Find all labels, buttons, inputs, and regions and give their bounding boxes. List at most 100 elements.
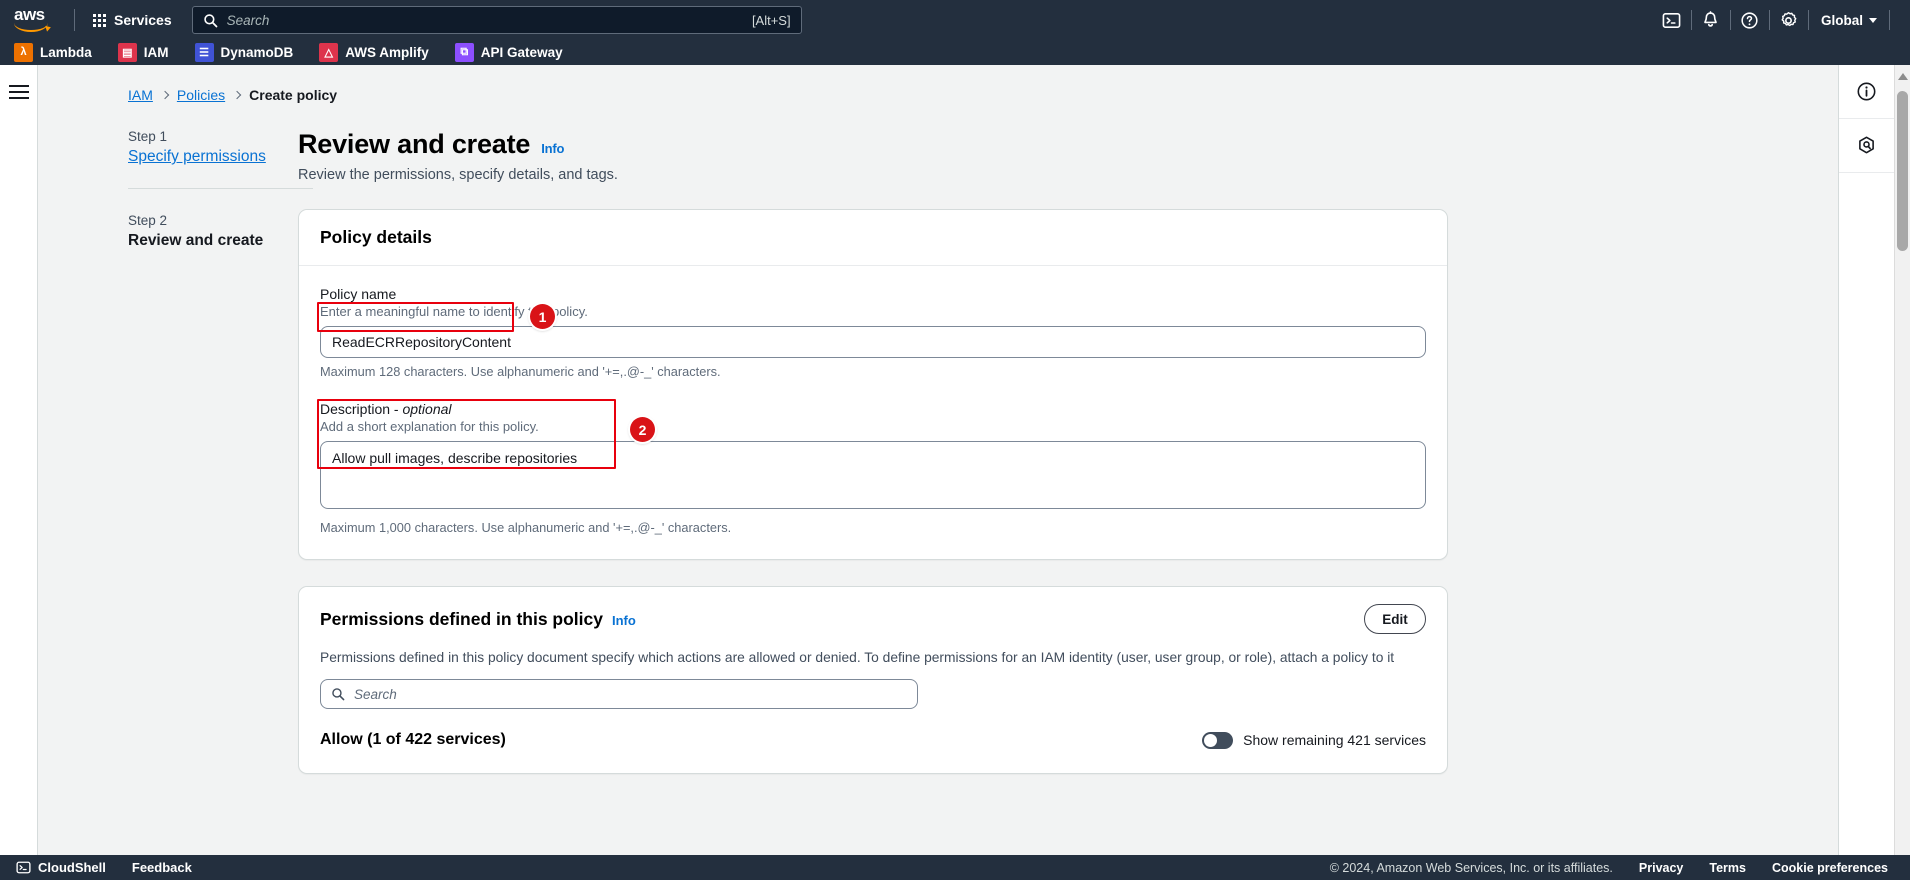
search-shortcut-hint: [Alt+S] [751,12,791,28]
feedback-footer-button[interactable]: Feedback [132,860,192,875]
aws-logo-text: aws [14,5,45,24]
policy-description-field-group: Description - optional Add a short expla… [320,401,1426,535]
iam-service-icon: ▤ [117,42,137,62]
content-columns: Step 1 Specify permissions Step 2 Review… [38,129,1838,774]
cloudshell-icon [16,861,31,874]
page-title-text: Review and create [298,129,531,159]
wizard-step-2: Step 2 Review and create [128,213,298,250]
grid-menu-icon [93,13,106,27]
footer-right-group: © 2024, Amazon Web Services, Inc. or its… [1330,861,1888,875]
policy-description-textarea[interactable] [320,441,1426,509]
permissions-title: Permissions defined in this policy [320,608,603,629]
info-panel-icon[interactable] [1839,65,1894,119]
scroll-up-arrow-icon[interactable] [1898,73,1908,80]
cloudshell-icon[interactable] [1653,0,1691,40]
policy-details-card-header: Policy details [299,210,1447,266]
permissions-description: Permissions defined in this policy docum… [320,650,1395,665]
policy-name-field-group: Policy name Enter a meaningful name to i… [320,286,1426,379]
show-remaining-services-label: Show remaining 421 services [1243,732,1426,748]
policy-name-hint: Maximum 128 characters. Use alphanumeric… [320,364,721,379]
shortcuts-hexagon-icon[interactable] [1839,119,1894,173]
top-nav-right-cluster: Global [1653,0,1890,40]
favorite-label: AWS Amplify [345,44,429,60]
notifications-bell-icon[interactable] [1692,0,1730,40]
left-navigation-rail [0,65,38,880]
footer-left-group: CloudShell Feedback [16,860,192,875]
permissions-info-link[interactable]: Info [612,613,636,628]
search-icon [203,13,217,27]
toggle-knob [1204,733,1218,747]
policy-description-optional-text: optional [402,401,452,417]
policy-description-label-text: Description - [320,401,403,417]
policy-details-card: Policy details Policy name Enter a meani… [298,209,1448,560]
policy-description-label: Description - optional [320,401,1426,417]
favorites-bar: λ Lambda ▤ IAM ☰ DynamoDB △ AWS Amplify … [0,40,1910,65]
step-1-number: Step 1 [128,129,168,144]
show-remaining-services-toggle[interactable]: Show remaining 421 services [1202,731,1426,749]
search-icon [332,688,345,701]
top-navigation-bar: aws Services [Alt+S] [0,0,1910,40]
step-2-label-review-and-create: Review and create [128,232,264,249]
cloudshell-footer-label: CloudShell [38,860,106,875]
footer-link-terms[interactable]: Terms [1709,861,1746,875]
step-1-link-specify-permissions[interactable]: Specify permissions [128,148,298,166]
chevron-down-icon [1869,17,1877,23]
lambda-service-icon: λ [14,42,33,62]
region-selector[interactable]: Global [1809,13,1889,28]
wizard-steps-sidebar: Step 1 Specify permissions Step 2 Review… [38,129,313,774]
footer-link-privacy[interactable]: Privacy [1639,861,1683,875]
global-search-box[interactable]: [Alt+S] [191,6,802,34]
allow-services-row: Allow (1 of 422 services) Show remaining… [320,731,1426,749]
chevron-right-icon [160,90,170,100]
chevron-right-icon [232,90,242,100]
page-scrollbar[interactable] [1894,65,1910,880]
favorite-dynamodb[interactable]: ☰ DynamoDB [194,42,308,62]
page-title-info-link[interactable]: Info [541,141,564,156]
favorite-label: Lambda [40,44,92,60]
favorite-iam[interactable]: ▤ IAM [117,42,183,62]
toggle-switch[interactable] [1202,731,1234,749]
policy-details-card-body: Policy name Enter a meaningful name to i… [299,266,1447,559]
wizard-step-1: Step 1 Specify permissions [128,129,298,166]
permissions-title-row: Permissions defined in this policy Info [320,609,636,630]
breadcrumb-item-policies[interactable]: Policies [177,87,225,103]
page-subtitle: Review the permissions, specify details,… [298,167,618,183]
services-menu-button[interactable]: Services [87,6,178,34]
favorite-api-gateway[interactable]: ⧉ API Gateway [454,42,577,62]
global-search-input[interactable] [226,12,743,28]
hamburger-menu-icon[interactable] [8,81,29,880]
breadcrumb-item-iam[interactable]: IAM [128,87,153,103]
cloudshell-footer-button[interactable]: CloudShell [16,860,106,875]
help-question-icon[interactable] [1731,0,1769,40]
nav-separator [1889,10,1890,30]
footer-link-cookie-preferences[interactable]: Cookie preferences [1772,861,1888,875]
permissions-search-box[interactable] [320,679,918,709]
policy-description-hint: Maximum 1,000 characters. Use alphanumer… [320,520,732,535]
aws-logo-smile [14,23,48,32]
favorite-lambda[interactable]: λ Lambda [14,42,106,62]
scrollbar-thumb[interactable] [1897,91,1908,251]
edit-permissions-button[interactable]: Edit [1364,604,1426,634]
permissions-search-input[interactable] [354,686,907,702]
policy-name-input[interactable] [320,326,1426,358]
footer-bar: CloudShell Feedback © 2024, Amazon Web S… [0,855,1910,880]
policy-details-title: Policy details [320,227,432,247]
settings-gear-icon[interactable] [1770,0,1808,40]
right-utility-rail [1838,65,1894,880]
page-content: IAM Policies Create policy Step 1 Specif… [38,65,1838,880]
step-2-number: Step 2 [128,213,168,228]
policy-description-help: Add a short explanation for this policy. [320,419,539,434]
favorite-aws-amplify[interactable]: △ AWS Amplify [319,42,443,62]
policy-name-label: Policy name [320,286,397,302]
apigateway-service-icon: ⧉ [454,42,474,62]
permissions-card: Permissions defined in this policy Info … [298,586,1448,774]
aws-logo[interactable]: aws [14,5,60,33]
nav-divider [74,9,75,31]
app-shell: IAM Policies Create policy Step 1 Specif… [0,65,1910,880]
page-title: Review and create Info [298,129,1448,160]
region-label: Global [1820,12,1863,28]
policy-name-help: Enter a meaningful name to identify this… [320,304,588,319]
step-divider [128,188,313,189]
favorite-label: API Gateway [480,44,563,60]
dynamodb-service-icon: ☰ [194,42,214,62]
